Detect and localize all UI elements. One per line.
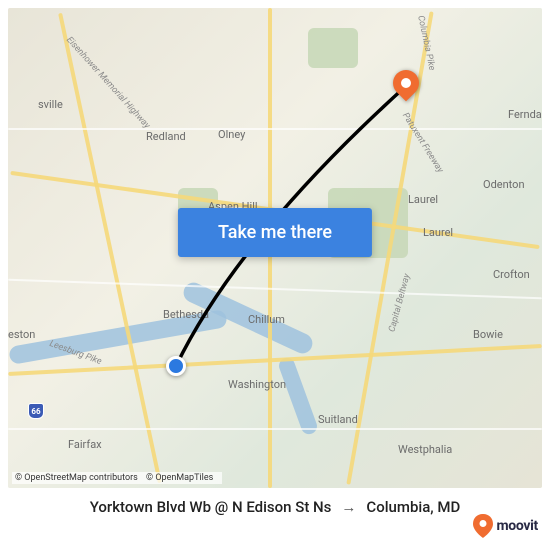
city-label: Bethesda xyxy=(163,308,209,321)
destination-label: Columbia, MD xyxy=(366,498,460,516)
attribution-osm[interactable]: © OpenStreetMap contributors xyxy=(15,473,138,483)
city-label: Fairfax xyxy=(68,438,102,451)
city-label: Redland xyxy=(146,130,186,143)
origin-label: Yorktown Blvd Wb @ N Edison St Ns xyxy=(90,498,332,516)
origin-dot-icon xyxy=(166,356,186,376)
city-label: sville xyxy=(38,98,63,111)
destination-marker[interactable] xyxy=(393,70,419,96)
route-summary: Yorktown Blvd Wb @ N Edison St Ns → Colu… xyxy=(8,488,542,516)
destination-pin-icon xyxy=(388,65,425,102)
city-label: Olney xyxy=(218,128,245,141)
city-label: Bowie xyxy=(473,328,503,341)
origin-marker[interactable] xyxy=(166,356,186,376)
take-me-there-button[interactable]: Take me there xyxy=(178,208,372,257)
app-frame: RedlandOlneyAspen HillLaurelLaurelOdento… xyxy=(0,0,550,550)
city-label: Odenton xyxy=(483,178,525,191)
attribution-openmaptiles[interactable]: © OpenMapTiles xyxy=(146,473,213,483)
city-label: Laurel xyxy=(423,226,453,239)
interstate-shield: 66 xyxy=(28,403,44,419)
city-label: Chillum xyxy=(248,313,285,326)
moovit-logo-icon xyxy=(473,514,493,538)
local-road xyxy=(8,128,542,130)
arrow-right-icon: → xyxy=(341,498,356,516)
city-label: Washington xyxy=(228,378,286,391)
city-label: Westphalia xyxy=(398,443,452,456)
map-attribution: © OpenStreetMap contributors © OpenMapTi… xyxy=(12,472,222,484)
moovit-logo-text: moovit xyxy=(496,518,538,534)
city-label: Suitland xyxy=(318,413,358,426)
moovit-logo[interactable]: moovit xyxy=(473,514,538,538)
city-label: Ferndale xyxy=(508,108,542,121)
city-label: eston xyxy=(8,328,35,341)
park-area xyxy=(308,28,358,68)
city-label: Laurel xyxy=(408,193,438,206)
city-label: Crofton xyxy=(493,268,530,281)
local-road xyxy=(8,428,542,430)
map-container[interactable]: RedlandOlneyAspen HillLaurelLaurelOdento… xyxy=(8,8,542,488)
